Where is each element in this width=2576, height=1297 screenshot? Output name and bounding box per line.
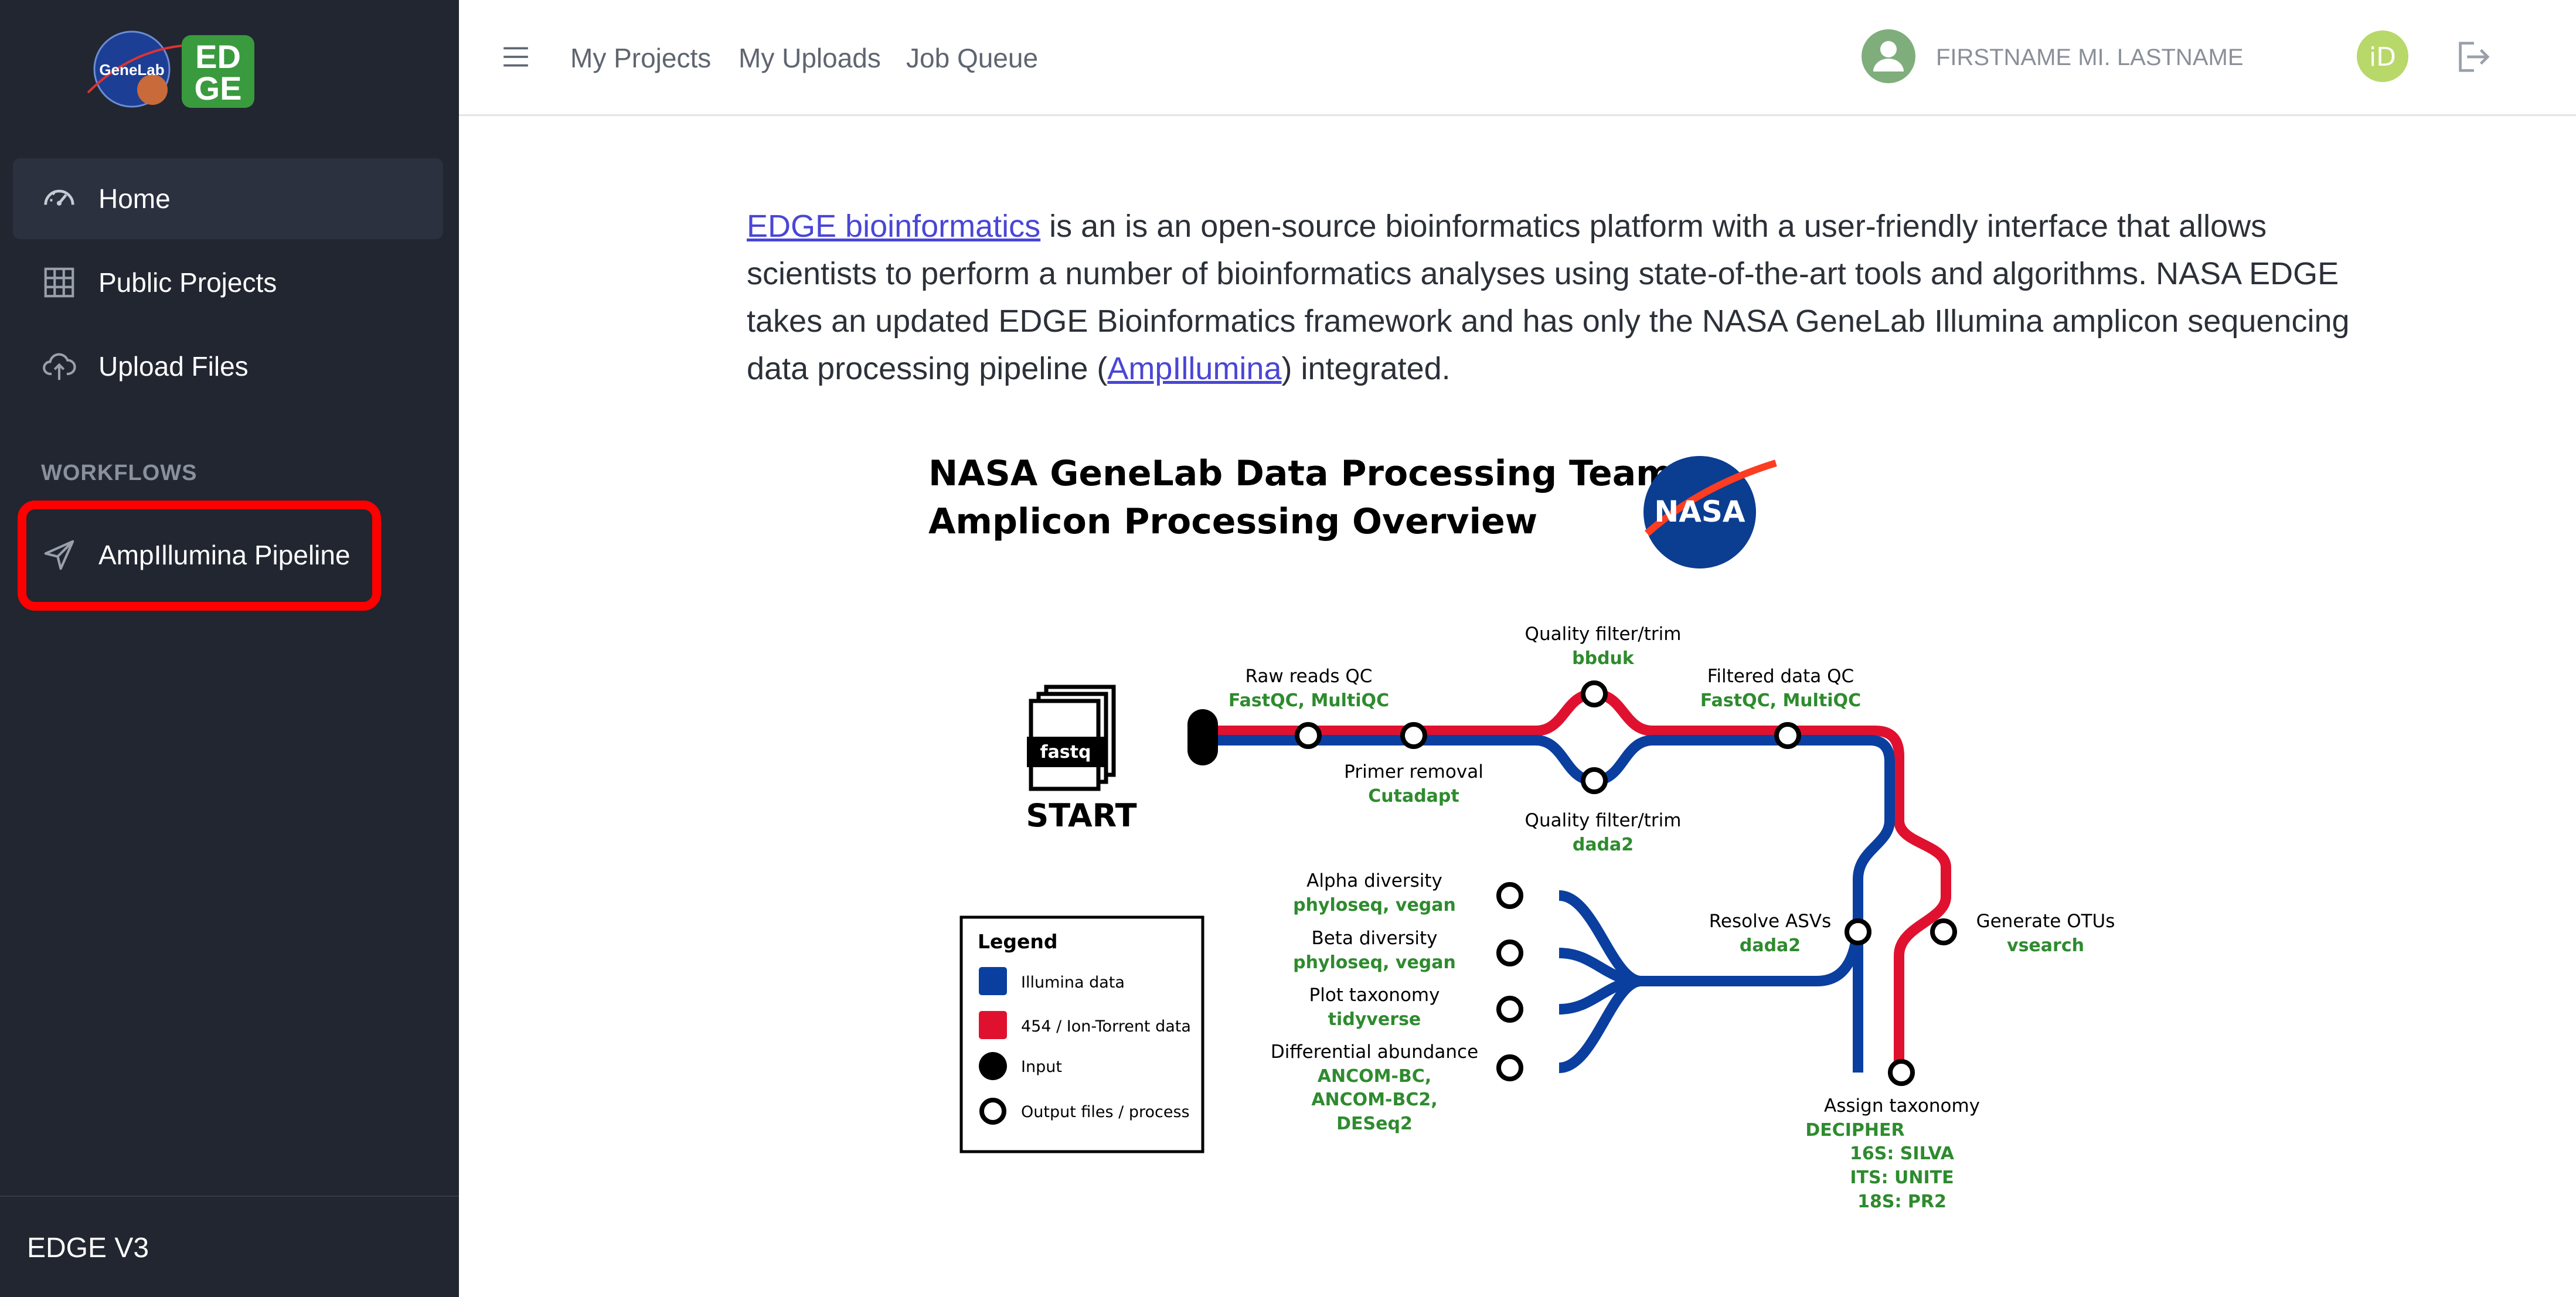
node-assign-taxonomy <box>1888 1059 1915 1086</box>
cloud-upload-icon <box>43 353 76 380</box>
sidebar-item-home[interactable]: Home <box>13 158 443 239</box>
node-primer-removal <box>1400 722 1427 749</box>
assign-db-its: ITS: UNITE <box>1850 1167 1954 1188</box>
diff-label: Differential abundance <box>1271 1041 1478 1063</box>
nav-link-my-projects[interactable]: My Projects <box>570 42 711 74</box>
diff-tools-2: ANCOM-BC2, <box>1311 1090 1437 1110</box>
filtered-qc-label: Filtered data QC <box>1707 666 1854 687</box>
resolve-tools: dada2 <box>1740 935 1801 956</box>
user-name[interactable]: FIRSTNAME MI. LASTNAME <box>1936 45 2244 71</box>
top-header: My Projects My Uploads Job Queue FIRSTNA… <box>459 0 2576 116</box>
dashboard-gauge-icon <box>44 189 74 206</box>
ampillumina-link[interactable]: AmpIllumina <box>1107 351 1281 386</box>
node-raw-qc <box>1295 722 1322 749</box>
primer-label: Primer removal <box>1344 761 1483 782</box>
amplicon-pipeline-diagram: NASA GeneLab Data Processing Team Amplic… <box>928 453 2115 1212</box>
node-resolve-asvs <box>1845 918 1871 945</box>
raw-qc-tools: FastQC, MultiQC <box>1229 690 1389 711</box>
node-alpha-diversity <box>1496 882 1523 909</box>
version-label: EDGE V3 <box>27 1233 149 1264</box>
fastq-files-icon: fastq <box>1027 685 1116 791</box>
otus-tools: vsearch <box>2007 935 2084 956</box>
beta-label: Beta diversity <box>1311 928 1437 949</box>
legend-illumina-swatch <box>979 967 1007 995</box>
legend-output-label: Output files / process <box>1021 1103 1190 1121</box>
edge-bioinformatics-link[interactable]: EDGE bioinformatics <box>747 209 1040 244</box>
sidebar-item-label: Public Projects <box>98 267 277 298</box>
start-label: START <box>1026 797 1136 834</box>
edge-logo: ED GE <box>182 35 254 108</box>
sidebar-item-label: Upload Files <box>98 351 249 382</box>
legend-title: Legend <box>978 930 1058 953</box>
qf-top-label: Quality filter/trim <box>1525 624 1682 645</box>
plot-tools: tidyverse <box>1328 1009 1421 1030</box>
diff-tools-3: DESeq2 <box>1336 1114 1413 1134</box>
node-generate-otus <box>1930 918 1957 945</box>
orcid-icon[interactable]: iD <box>2357 30 2408 82</box>
qf-bottom-tools: dada2 <box>1573 835 1634 855</box>
nav-link-my-uploads[interactable]: My Uploads <box>739 42 881 74</box>
nasa-logo-text: NASA <box>1654 495 1745 529</box>
filtered-qc-tools: FastQC, MultiQC <box>1700 690 1861 711</box>
logout-icon[interactable] <box>2452 36 2493 77</box>
sidebar-footer: EDGE V3 <box>0 1196 459 1297</box>
legend-output-swatch <box>979 1098 1006 1125</box>
diagram-title-line2: Amplicon Processing Overview <box>928 501 1537 542</box>
user-avatar-icon[interactable] <box>1862 29 1915 83</box>
assign-db-16s: 16S: SILVA <box>1850 1143 1955 1164</box>
sidebar-item-label: Home <box>98 183 171 214</box>
logo-area[interactable]: GeneLab ED GE <box>82 28 258 116</box>
node-quality-filter-bottom <box>1581 767 1608 794</box>
intro-text-2: ) integrated. <box>1281 351 1451 386</box>
fastq-label: fastq <box>1040 742 1091 762</box>
edge-logo-bottom: GE <box>195 70 242 107</box>
genelab-logo: GeneLab <box>87 30 182 108</box>
input-terminal <box>1187 709 1218 765</box>
diagram-title-line1: NASA GeneLab Data Processing Team <box>928 453 1673 494</box>
otus-label: Generate OTUs <box>1976 911 2115 932</box>
genelab-logo-text: GeneLab <box>99 61 164 79</box>
legend-input-label: Input <box>1021 1058 1062 1076</box>
node-quality-filter-top <box>1581 680 1608 707</box>
node-beta-diversity <box>1496 939 1523 966</box>
qf-top-tools: bbduk <box>1572 648 1635 669</box>
legend-ion-label: 454 / Ion-Torrent data <box>1021 1017 1191 1036</box>
alpha-tools: phyloseq, vegan <box>1293 895 1456 915</box>
assign-label: Assign taxonomy <box>1824 1095 1980 1116</box>
beta-tools: phyloseq, vegan <box>1293 952 1456 973</box>
hamburger-menu-icon[interactable] <box>501 42 530 72</box>
legend-illumina-label: Illumina data <box>1021 973 1125 992</box>
sidebar-item-public-projects[interactable]: Public Projects <box>13 242 443 323</box>
intro-paragraph: EDGE bioinformatics is an is an open-sou… <box>747 203 2364 393</box>
sidebar: GeneLab ED GE Home Public Projects Uploa… <box>0 0 459 1297</box>
assign-tools: DECIPHER <box>1805 1120 1904 1141</box>
assign-db-18s: 18S: PR2 <box>1857 1192 1947 1212</box>
node-plot-taxonomy <box>1496 996 1523 1023</box>
nasa-logo: NASA <box>1643 456 1777 568</box>
primer-tools: Cutadapt <box>1368 786 1459 806</box>
legend-ion-swatch <box>979 1011 1007 1039</box>
highlight-annotation-box <box>18 501 381 611</box>
qf-bottom-label: Quality filter/trim <box>1525 810 1682 831</box>
sidebar-item-upload-files[interactable]: Upload Files <box>13 326 443 407</box>
raw-qc-label: Raw reads QC <box>1246 666 1373 687</box>
orcid-text: iD <box>2369 42 2396 72</box>
node-filtered-qc <box>1774 722 1801 749</box>
alpha-label: Alpha diversity <box>1306 870 1442 891</box>
resolve-label: Resolve ASVs <box>1709 911 1831 932</box>
nav-link-job-queue[interactable]: Job Queue <box>906 42 1038 74</box>
grid-icon <box>44 267 74 298</box>
plot-label: Plot taxonomy <box>1309 985 1440 1006</box>
node-differential-abundance <box>1496 1054 1523 1081</box>
workflows-section-title: WORKFLOWS <box>41 461 198 485</box>
diagram-legend: Legend Illumina data 454 / Ion-Torrent d… <box>959 915 1204 1153</box>
legend-input-swatch <box>979 1052 1007 1080</box>
diff-tools-1: ANCOM-BC, <box>1318 1066 1431 1087</box>
